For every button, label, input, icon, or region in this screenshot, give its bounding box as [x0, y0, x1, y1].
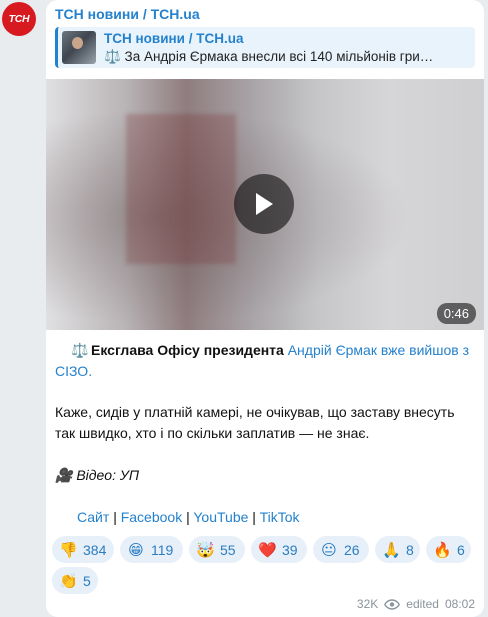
reaction-thumbs-down[interactable]: 👎 384	[52, 536, 114, 563]
message-time: 08:02	[444, 597, 475, 611]
video-duration: 0:46	[436, 303, 476, 324]
reaction-fire[interactable]: 🔥 6	[426, 536, 471, 563]
link-tiktok[interactable]: TikTok	[260, 509, 300, 525]
caption-headline: ⚖️ Ексглава Офісу президента Андрій Єрмак…	[55, 340, 475, 382]
reaction-heart[interactable]: ❤️ 39	[251, 536, 307, 563]
caption-paragraph: Каже, сидів у платній камері, не очікува…	[55, 404, 455, 441]
reaction-count: 39	[282, 541, 298, 558]
reply-preview[interactable]: ТСН новини / TCH.ua ⚖️ За Андрія Єрмака …	[55, 27, 475, 68]
mind-blown-icon: 🤯	[196, 541, 215, 559]
video-credit-text: Відео: УП	[76, 467, 139, 483]
caption-bold: Ексглава Офісу президента	[91, 342, 284, 358]
play-button[interactable]	[234, 174, 294, 234]
edited-label: edited	[406, 597, 439, 611]
grin-icon: 😁	[128, 541, 144, 559]
message-meta: 32K edited 08:02	[357, 597, 475, 611]
heart-icon: ❤️	[258, 541, 277, 559]
video-player[interactable]: 0:46	[46, 79, 484, 330]
reaction-count: 384	[83, 541, 107, 558]
link-youtube[interactable]: YouTube	[193, 509, 248, 525]
channel-avatar[interactable]: ТСН	[2, 2, 36, 36]
link-facebook[interactable]: Facebook	[121, 509, 182, 525]
separator: |	[186, 509, 190, 525]
reaction-clap[interactable]: 👏 5	[52, 567, 98, 594]
reaction-pray[interactable]: 🙏 8	[375, 536, 420, 563]
reaction-grin[interactable]: 😁 119	[120, 536, 183, 563]
separator: |	[252, 509, 256, 525]
reaction-count: 55	[220, 541, 236, 558]
link-site[interactable]: Сайт	[77, 509, 109, 525]
reaction-neutral[interactable]: 😐 26	[313, 536, 369, 563]
reaction-mind-blown[interactable]: 🤯 55	[189, 536, 245, 563]
reply-text: ⚖️ За Андрія Єрмака внесли всі 140 мільй…	[104, 49, 434, 64]
reaction-count: 119	[151, 541, 174, 558]
message-bubble: ТСН новини / TCH.ua ТСН новини / TCH.ua …	[46, 0, 484, 617]
reply-thumbnail	[62, 31, 96, 64]
neutral-face-icon: 😐	[321, 541, 337, 559]
social-links: Сайт | Facebook | YouTube | TikTok	[55, 507, 475, 528]
scales-icon: ⚖️	[71, 342, 89, 358]
view-count: 32K	[356, 597, 379, 611]
camera-icon: 🎥	[55, 467, 73, 483]
eye-icon	[384, 598, 401, 610]
fire-icon: 🔥	[433, 541, 452, 559]
separator: |	[113, 509, 117, 525]
channel-name[interactable]: ТСН новини / TCH.ua	[55, 6, 200, 22]
reaction-count: 6	[457, 541, 465, 558]
pray-icon: 🙏	[382, 541, 401, 559]
play-icon	[256, 193, 273, 215]
video-credit: 🎥 Відео: УП	[55, 465, 475, 486]
reaction-count: 8	[406, 541, 414, 558]
thumbs-down-icon: 👎	[59, 541, 78, 559]
clap-icon: 👏	[59, 572, 78, 590]
reply-title: ТСН новини / TCH.ua	[104, 31, 244, 46]
reaction-count: 5	[83, 572, 91, 589]
reaction-count: 26	[344, 541, 360, 558]
